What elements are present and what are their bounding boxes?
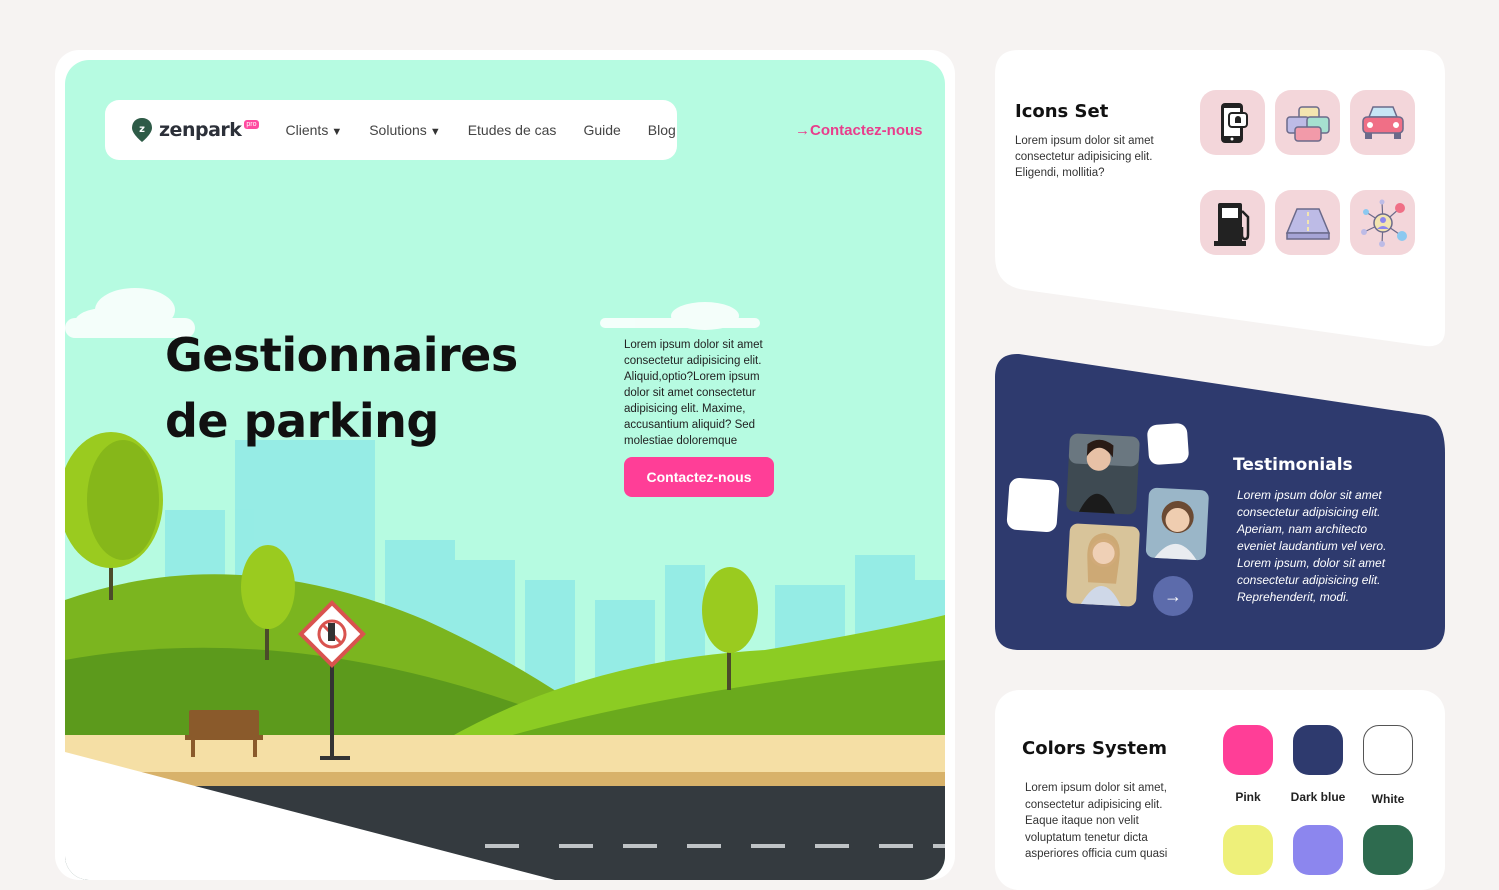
color-swatch-purple (1293, 825, 1343, 875)
hero-title-line2: de parking (165, 394, 439, 448)
icons-set-description: Lorem ipsum dolor sit amet consectetur a… (1015, 135, 1154, 179)
testimonial-avatar (1066, 433, 1140, 515)
car-front-icon (1361, 105, 1404, 139)
logo-badge: pro (244, 119, 259, 129)
colors-system-title: Colors System (1022, 738, 1167, 759)
svg-text:z: z (139, 124, 145, 135)
parking-road-icon (1285, 207, 1330, 240)
next-arrow-button[interactable]: → (1153, 576, 1193, 616)
icon-tile[interactable] (1275, 190, 1340, 255)
contact-button[interactable]: Contactez-nous (624, 457, 774, 497)
testimonial-avatar (1066, 523, 1140, 607)
icon-tile[interactable] (1200, 190, 1265, 255)
color-swatch-green (1363, 825, 1413, 875)
colors-system-description: Lorem ipsum dolor sit amet, consectetur … (1025, 782, 1168, 860)
swatch-label: Dark blue (1290, 790, 1346, 804)
testimonials-text: Lorem ipsum dolor sit amet consectetur a… (1237, 488, 1387, 604)
nav-item-solutions[interactable]: Solutions ▼ (369, 122, 440, 138)
logo[interactable]: z zenpark pro (131, 117, 259, 143)
logo-text: zenpark (159, 119, 242, 141)
network-user-icon (1360, 199, 1407, 247)
nav-item-guide[interactable]: Guide (583, 122, 620, 138)
caret-down-icon: ▼ (331, 126, 343, 138)
hero-section: z zenpark pro Clients ▼ Solutions ▼ Etudes… (65, 60, 945, 880)
nav-menu: Clients ▼ Solutions ▼ Etudes de cas Guide … (286, 122, 676, 138)
location-pin-icon: z (132, 118, 152, 142)
nav-item-label: Solutions (369, 122, 427, 138)
navbar: z zenpark pro Clients ▼ Solutions ▼ Etudes… (105, 100, 677, 160)
testimonials-title: Testimonials (1233, 455, 1353, 475)
fuel-pump-icon (1213, 202, 1249, 246)
phone-notification-icon (1220, 102, 1248, 143)
color-swatch-yellow (1223, 825, 1273, 875)
swatch-label: White (1371, 792, 1405, 806)
hero-description: Lorem ipsum dolor sit amet consectetur a… (624, 339, 763, 447)
contact-link[interactable]: →Contactez-nous (795, 122, 923, 139)
hero-title: Gestionnaires de parking (165, 322, 518, 454)
icon-tile[interactable] (1350, 90, 1415, 155)
traffic-jam-icon (1285, 105, 1330, 142)
decor-tile (1006, 477, 1060, 533)
nav-item-etudes-de-cas[interactable]: Etudes de cas (468, 122, 557, 138)
decor-tile (1147, 423, 1189, 465)
nav-item-blog[interactable]: Blog (648, 122, 676, 138)
nav-item-clients[interactable]: Clients ▼ (286, 122, 343, 138)
color-swatch-white (1363, 725, 1413, 775)
testimonial-avatar (1145, 487, 1209, 561)
color-swatch-dark-blue (1293, 725, 1343, 775)
nav-item-label: Clients (285, 122, 329, 138)
icon-tile[interactable] (1200, 90, 1265, 155)
park-illustration (65, 288, 945, 880)
icon-tile[interactable] (1275, 90, 1340, 155)
icon-tile[interactable] (1350, 190, 1415, 255)
caret-down-icon: ▼ (429, 126, 441, 138)
hero-title-line1: Gestionnaires (165, 328, 518, 382)
icons-set-title: Icons Set (1015, 101, 1109, 122)
swatch-label: Pink (1235, 790, 1261, 804)
color-swatch-pink (1223, 725, 1273, 775)
